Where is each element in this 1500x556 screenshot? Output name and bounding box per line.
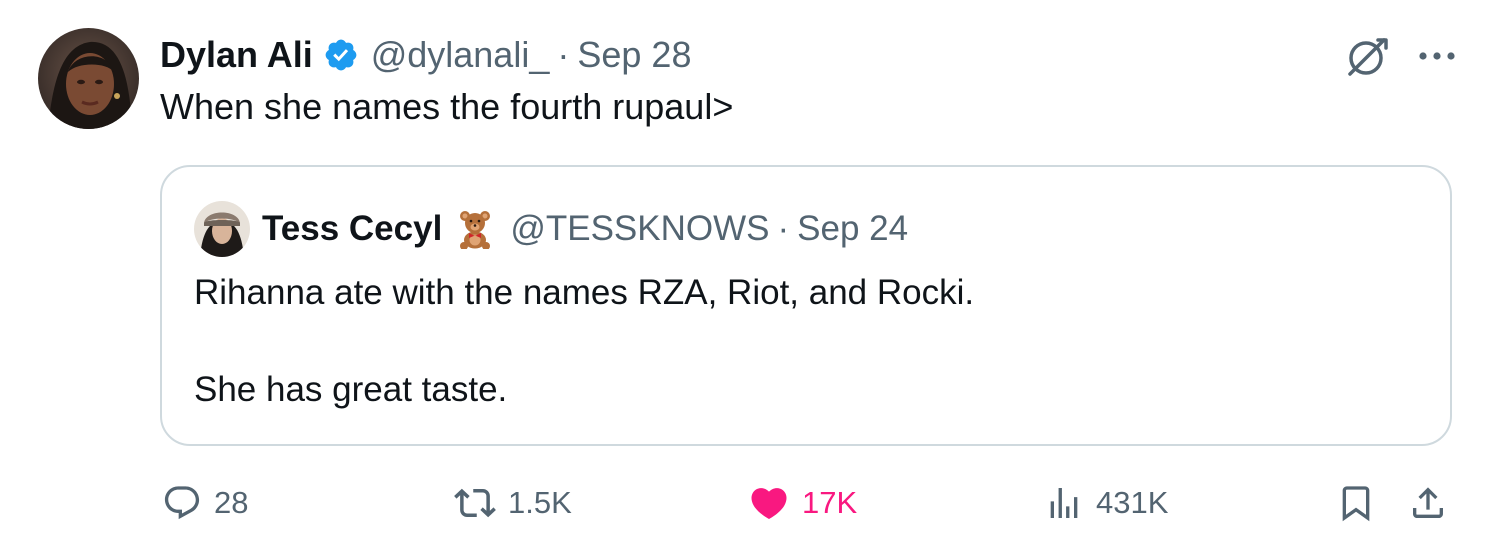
views-button[interactable]: 431K	[1044, 478, 1168, 528]
engagement-bar: 28 1.5K 17K 431K	[0, 478, 1500, 528]
reply-count: 28	[214, 485, 249, 520]
author-name[interactable]: Dylan Ali	[160, 34, 313, 76]
quoted-author-name[interactable]: Tess Cecyl	[262, 209, 442, 249]
quoted-text-line-1: Rihanna ate with the names RZA, Riot, an…	[194, 273, 975, 312]
quoted-avatar-image	[194, 201, 250, 257]
quoted-author-handle[interactable]: @TESSKNOWS	[510, 209, 769, 249]
repost-count: 1.5K	[508, 485, 572, 520]
reply-icon	[162, 483, 202, 523]
tweet-text: When she names the fourth rupaul>	[160, 86, 734, 127]
repost-icon	[454, 482, 496, 524]
repost-button[interactable]: 1.5K	[454, 478, 572, 528]
tweet-timestamp[interactable]: Sep 28	[577, 34, 691, 76]
views-count: 431K	[1096, 485, 1169, 520]
like-button[interactable]: 17K	[748, 478, 857, 528]
views-chart-icon	[1044, 483, 1084, 523]
verified-badge-icon[interactable]	[323, 37, 359, 73]
teddy-bear-icon	[458, 209, 492, 250]
separator-dot: ·	[557, 34, 570, 75]
quoted-tweet[interactable]: Tess Cecyl @TESSKNOWS · Sep 24 Rihanna a…	[160, 165, 1452, 446]
quoted-tweet-timestamp[interactable]: Sep 24	[797, 209, 908, 249]
heart-icon	[748, 482, 790, 524]
quoted-tweet-header: Tess Cecyl @TESSKNOWS · Sep 24	[262, 205, 908, 253]
bookmark-icon	[1336, 482, 1376, 524]
share-button[interactable]	[1408, 478, 1448, 528]
tweet-header: Dylan Ali @dylanali_ · Sep 28	[160, 30, 691, 80]
avatar-image	[38, 28, 139, 129]
more-options-icon[interactable]	[1418, 50, 1456, 62]
quoted-separator-dot: ·	[777, 209, 790, 248]
quoted-author-avatar[interactable]	[194, 201, 250, 257]
bookmark-button[interactable]	[1336, 478, 1376, 528]
grok-icon[interactable]	[1344, 34, 1392, 78]
reply-button[interactable]: 28	[162, 478, 248, 528]
author-avatar[interactable]	[38, 28, 139, 129]
author-handle[interactable]: @dylanali_	[371, 34, 550, 76]
like-count: 17K	[802, 485, 858, 520]
share-icon	[1408, 482, 1448, 524]
top-actions	[1344, 34, 1456, 78]
quoted-text-line-3: She has great taste.	[194, 370, 508, 409]
